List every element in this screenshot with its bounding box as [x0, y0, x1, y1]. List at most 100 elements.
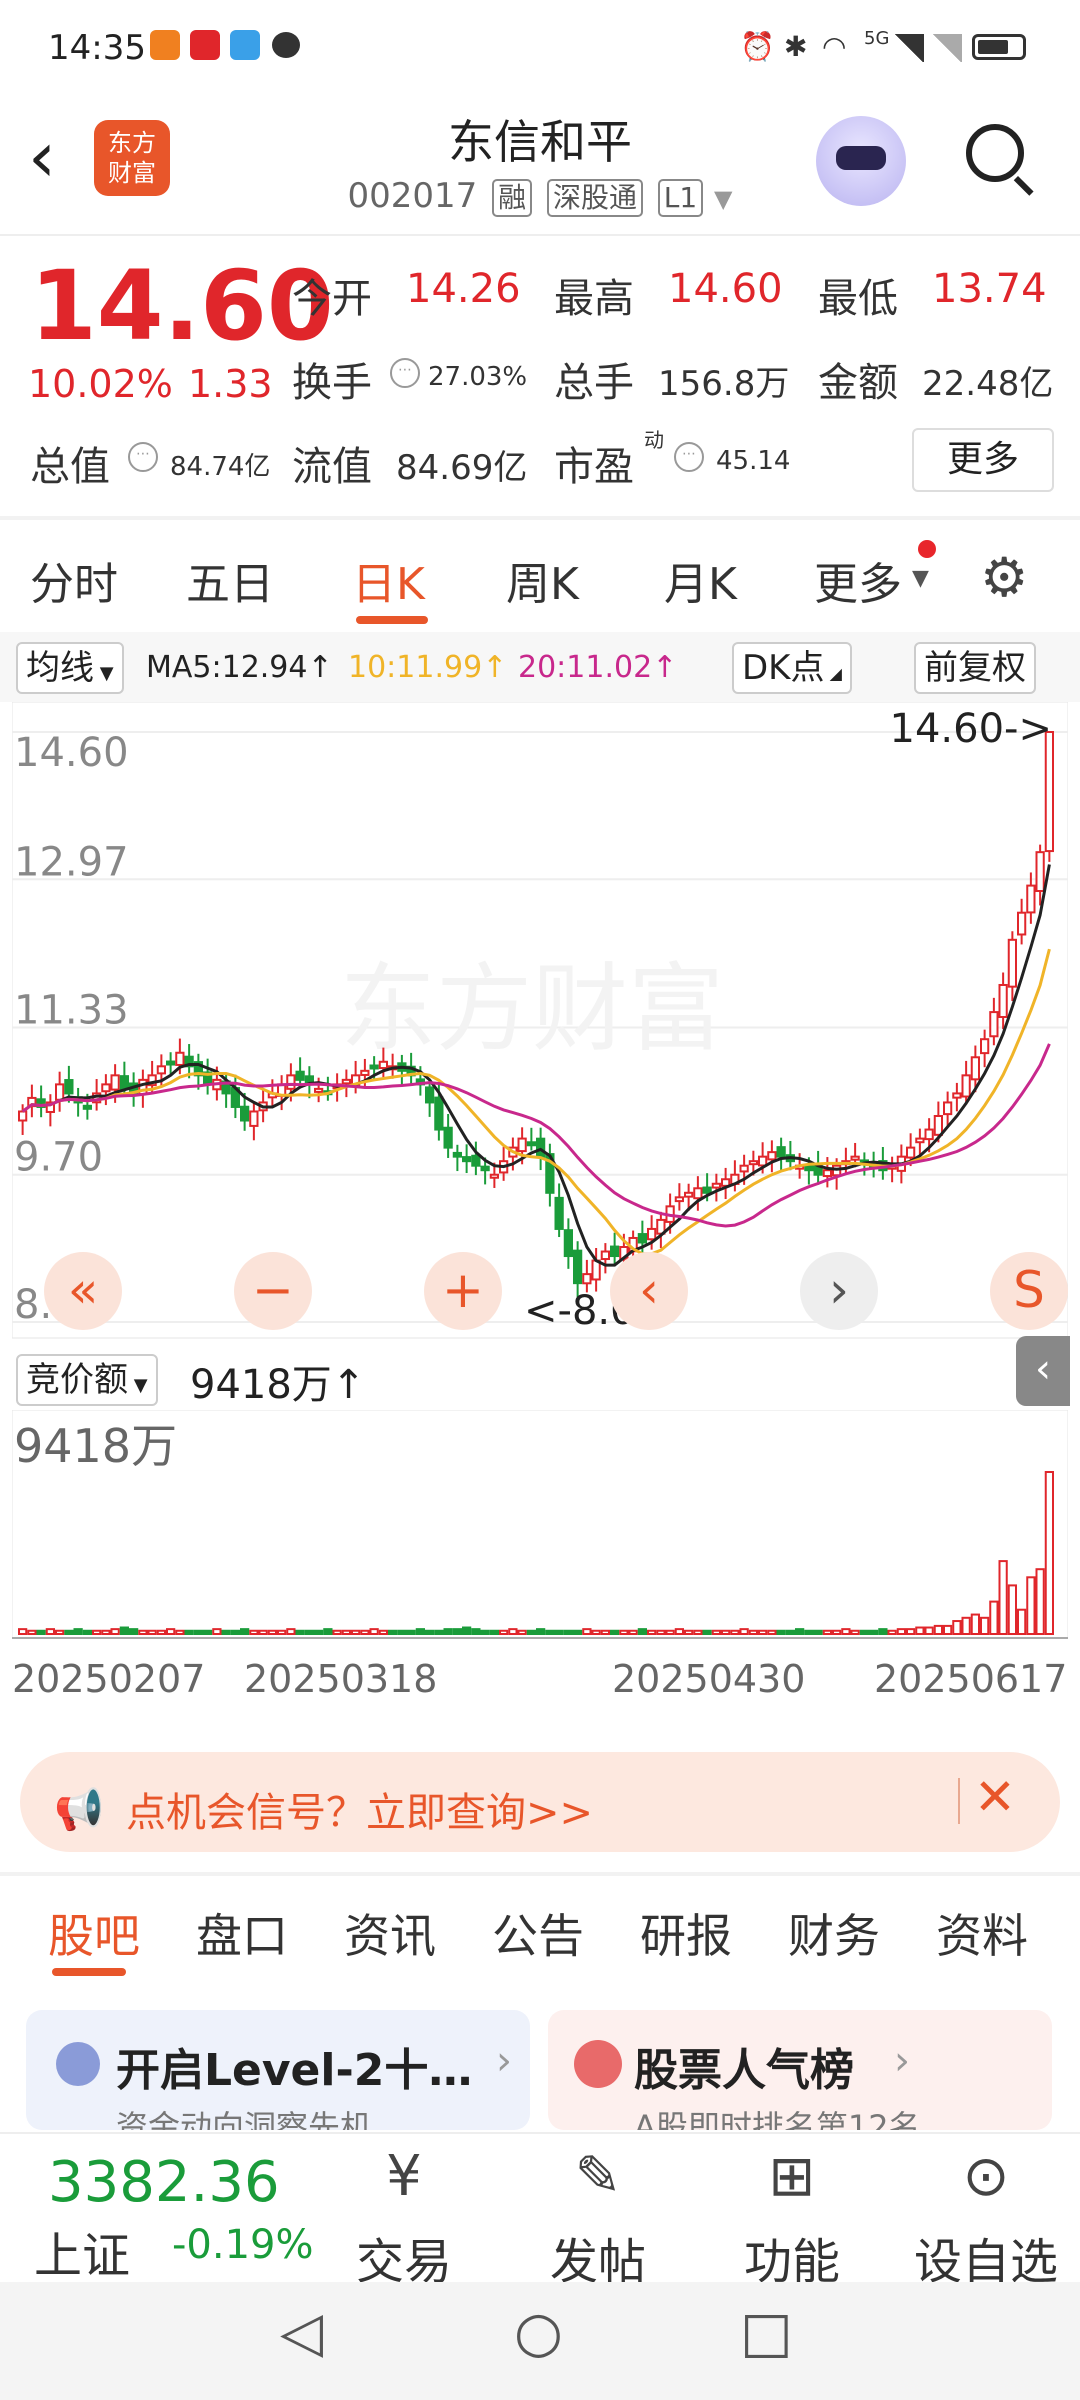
- zoom-in-button[interactable]: +: [424, 1252, 502, 1330]
- candle: [674, 1196, 684, 1203]
- index-name[interactable]: 上证: [34, 2216, 130, 2286]
- nav-recents-icon[interactable]: □: [740, 2300, 793, 2365]
- candle: [526, 1141, 536, 1147]
- zoom-out-far-button[interactable]: «: [44, 1252, 122, 1330]
- volume-bar: [119, 1626, 129, 1636]
- more-dots-icon[interactable]: ⊙: [906, 2144, 1066, 2209]
- signal-s-button[interactable]: S: [990, 1252, 1068, 1330]
- candle: [166, 1060, 176, 1066]
- volume-bar: [45, 1628, 55, 1636]
- more-button[interactable]: 更多: [912, 428, 1054, 492]
- volume-bar: [82, 1629, 92, 1636]
- candle: [915, 1137, 925, 1144]
- candle: [767, 1151, 777, 1161]
- float-cap-value: 84.69亿: [396, 448, 528, 488]
- assistant-robot-icon[interactable]: [816, 116, 906, 206]
- gear-icon[interactable]: ⚙: [980, 546, 1028, 609]
- index-value[interactable]: 3382.36: [48, 2150, 280, 2215]
- search-icon[interactable]: [966, 124, 1024, 182]
- volume-bar: [822, 1629, 832, 1636]
- volume-bar: [193, 1629, 203, 1636]
- ma5-value: MA5:12.94↑: [146, 650, 333, 685]
- collapse-icon[interactable]: ‹: [1016, 1336, 1070, 1406]
- scroll-left-button[interactable]: ‹: [610, 1252, 688, 1330]
- high-label: 最高: [554, 276, 634, 322]
- close-icon[interactable]: ✕: [974, 1768, 1016, 1826]
- volume-bar: [286, 1628, 296, 1636]
- tab-more[interactable]: 更多: [814, 548, 902, 612]
- network-label: 5G: [864, 28, 890, 49]
- volume-bar: [878, 1628, 888, 1636]
- candle: [156, 1065, 166, 1075]
- volume-bar: [563, 1629, 573, 1636]
- market-cap-label: 总值: [30, 444, 110, 490]
- candle: [600, 1250, 610, 1261]
- nav-back-icon[interactable]: ◁: [280, 2300, 323, 2365]
- volume-bar: [55, 1629, 65, 1636]
- nav-home-icon[interactable]: ○: [514, 2300, 563, 2365]
- amount-label: 金额: [818, 360, 898, 406]
- tab-research[interactable]: 研报: [640, 1900, 732, 1966]
- date-tick-label: 20250207: [12, 1657, 205, 1701]
- volume-bar: [647, 1629, 657, 1636]
- tab-weekly-k[interactable]: 周K: [506, 548, 579, 612]
- volume-bar: [388, 1629, 398, 1636]
- trade-icon[interactable]: ¥: [324, 2144, 484, 2209]
- volume-bar: [249, 1629, 259, 1636]
- info-icon[interactable]: ⋯: [390, 358, 420, 388]
- candle: [249, 1110, 259, 1127]
- candle: [471, 1154, 481, 1167]
- change-percent: 10.02%: [28, 362, 173, 406]
- candle: [1017, 911, 1027, 936]
- volume-bar: [489, 1629, 499, 1636]
- tab-intraday[interactable]: 分时: [30, 548, 118, 612]
- price-tick-label: 9.70: [14, 1135, 103, 1181]
- grid-icon[interactable]: ⊞: [712, 2144, 872, 2209]
- candle: [425, 1086, 435, 1104]
- volume-selector[interactable]: 竞价额 ▼: [16, 1354, 158, 1406]
- candle: [961, 1074, 971, 1098]
- edit-icon[interactable]: ✎: [518, 2144, 678, 2209]
- low-value: 13.74: [932, 266, 1047, 312]
- tab-daily-k[interactable]: 日K: [352, 548, 425, 612]
- stock-name: 东信和平: [448, 115, 632, 169]
- adjust-selector[interactable]: 前复权: [914, 642, 1036, 694]
- zoom-out-button[interactable]: −: [234, 1252, 312, 1330]
- kline-chart[interactable]: 东方财富 14.6012.9711.339.708.07 14.60-> <-8…: [12, 702, 1068, 1718]
- high-marker: 14.60->: [890, 706, 1052, 752]
- volume-bar: [101, 1629, 111, 1636]
- signal2-icon: [932, 34, 962, 62]
- volume-bar: [693, 1629, 703, 1636]
- tab-announcements[interactable]: 公告: [492, 1900, 584, 1966]
- candle: [360, 1069, 370, 1076]
- volume-bar: [499, 1629, 509, 1636]
- market-cap-value: 84.74亿: [170, 452, 271, 482]
- volume-bar: [674, 1628, 684, 1636]
- volume-bar: [924, 1626, 934, 1636]
- volume-bar: [961, 1616, 971, 1635]
- candle: [758, 1155, 768, 1167]
- index-change[interactable]: -0.19%: [172, 2222, 314, 2268]
- tab-order-book[interactable]: 盘口: [196, 1900, 288, 1966]
- tag-level: L1: [657, 179, 704, 217]
- banner-text[interactable]: 点机会信号？立即查询>>: [126, 1780, 593, 1838]
- info-icon[interactable]: ⋯: [128, 442, 158, 472]
- ma-selector[interactable]: 均线 ▼: [16, 642, 124, 694]
- tab-monthly-k[interactable]: 月K: [664, 548, 737, 612]
- volume-bar: [110, 1628, 120, 1636]
- tab-five-day[interactable]: 五日: [186, 548, 274, 612]
- popularity-card[interactable]: 股票人气榜 › A股即时排名第12名: [548, 2010, 1052, 2130]
- dk-point-selector[interactable]: DK点 ◢: [732, 642, 852, 694]
- volume-bar: [711, 1629, 721, 1636]
- pe-label: 市盈: [554, 444, 634, 490]
- tab-forum[interactable]: 股吧: [48, 1900, 140, 1966]
- scroll-right-button[interactable]: ›: [800, 1252, 878, 1330]
- level2-card[interactable]: 开启Level-2十… › 资金动向洞察先机: [26, 2010, 530, 2130]
- volume-bar: [406, 1629, 416, 1636]
- tab-news[interactable]: 资讯: [344, 1900, 436, 1966]
- candle: [702, 1186, 712, 1194]
- stock-code-row[interactable]: 002017 融 深股通 L1 ▼: [0, 176, 1080, 217]
- info-icon[interactable]: ⋯: [674, 442, 704, 472]
- tab-financials[interactable]: 财务: [788, 1900, 880, 1966]
- tab-profile[interactable]: 资料: [936, 1900, 1028, 1966]
